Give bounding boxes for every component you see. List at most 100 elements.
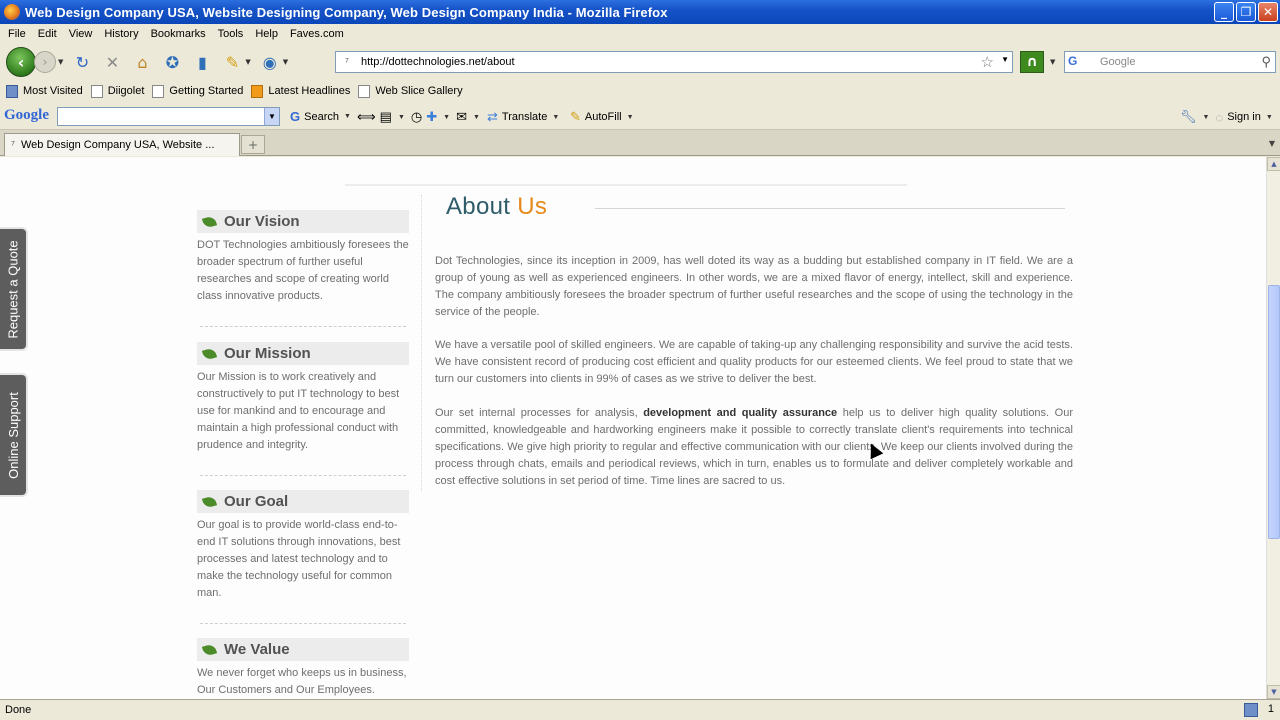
about-paragraph-3: Our set internal processes for analysis,…	[435, 407, 1073, 487]
goal-box: Our Goal Our goal is to provide world-cl…	[197, 490, 409, 602]
faves-icon[interactable]: ◉	[259, 51, 281, 73]
popup-blocker-icon[interactable]: ▤	[380, 109, 392, 125]
puzzle-icon[interactable]: ✚	[426, 109, 437, 125]
menu-file[interactable]: File	[8, 28, 26, 40]
google-search-dropdown-icon[interactable]: ▼	[264, 108, 279, 125]
search-input[interactable]: Google	[1100, 56, 1135, 68]
scroll-down-icon[interactable]: ▼	[1267, 685, 1280, 699]
user-icon: ◌	[1215, 109, 1224, 125]
home-icon[interactable]: ⌂	[131, 51, 153, 73]
mission-box: Our Mission Our Mission is to work creat…	[197, 342, 409, 454]
menu-faves[interactable]: Faves.com	[290, 28, 344, 40]
puzzle-dropdown-icon[interactable]: ▼	[443, 114, 450, 121]
award-icon[interactable]: ✪	[161, 51, 183, 73]
tab-favicon-icon: ⁷	[11, 139, 15, 151]
vertical-scrollbar[interactable]: ▲ ▼	[1266, 157, 1280, 699]
menu-history[interactable]: History	[104, 28, 138, 40]
box-title: We Value	[224, 641, 290, 658]
box-text: We never forget who keeps us in business…	[197, 667, 407, 696]
page-icon	[90, 84, 103, 98]
google-logo: Google	[4, 107, 49, 123]
menu-tools[interactable]: Tools	[218, 28, 244, 40]
bold-phrase: development and quality assurance	[643, 407, 838, 419]
request-quote-tab[interactable]: Request a Quote	[0, 227, 28, 351]
signin-area[interactable]: 🔧︎ ▼ ◌ Sign in ▼	[1180, 109, 1273, 125]
stumbleupon-icon[interactable]: ∩	[1020, 51, 1044, 73]
search-bar[interactable]: G Google ⚲	[1064, 51, 1276, 73]
clock-icon[interactable]: ◷	[411, 109, 422, 125]
status-count: 1	[1267, 703, 1274, 715]
bookmark-web-slice-gallery[interactable]: Web Slice Gallery	[358, 84, 463, 98]
list-all-tabs-icon[interactable]: ▼	[1266, 135, 1278, 152]
status-addon-icon[interactable]	[1244, 703, 1258, 717]
pencil-dropdown-icon[interactable]: ▼	[245, 58, 250, 66]
minimize-button[interactable]: _	[1214, 2, 1234, 22]
history-dropdown-icon[interactable]: ▼	[58, 58, 63, 66]
forward-button[interactable]: ›	[34, 51, 56, 73]
google-g-icon: G	[290, 109, 301, 124]
bookmark-tag-icon[interactable]: ▮	[191, 51, 213, 73]
box-header: We Value	[197, 638, 409, 661]
translate-button[interactable]: ⇄ Translate ▼	[487, 109, 559, 125]
toolbar-misc-icons[interactable]: ⟺ ▤ ▼ ◷ ✚ ▼ ✉ ▼	[357, 109, 480, 125]
tab-active[interactable]: ⁷ Web Design Company USA, Website ...	[4, 133, 240, 156]
signin-dropdown-icon[interactable]: ▼	[1266, 114, 1273, 121]
translate-dropdown-icon[interactable]: ▼	[552, 114, 559, 121]
pencil-icon[interactable]: ✎	[221, 51, 243, 73]
box-title: Our Mission	[224, 345, 311, 362]
wrench-dropdown-icon[interactable]: ▼	[1203, 114, 1210, 121]
autofill-button[interactable]: ✎ AutoFill ▼	[570, 109, 634, 125]
online-support-tab[interactable]: Online Support	[0, 373, 28, 497]
bookmark-diigolet[interactable]: Diigolet	[90, 84, 144, 98]
bookmark-most-visited[interactable]: Most Visited	[6, 84, 83, 98]
search-dropdown-icon[interactable]: ▼	[344, 113, 351, 120]
new-tab-button[interactable]: +	[241, 135, 265, 154]
status-bar: Done 1	[0, 699, 1280, 720]
leaf-icon	[201, 346, 218, 361]
value-box: We Value We never forget who keeps us in…	[197, 638, 409, 699]
page-title: About Us	[446, 193, 548, 220]
scroll-thumb[interactable]	[1268, 285, 1280, 539]
menu-view[interactable]: View	[69, 28, 93, 40]
column-divider	[421, 195, 422, 491]
box-header: Our Mission	[197, 342, 409, 365]
pagerank-icon[interactable]: ⟺	[357, 109, 376, 125]
stumble-dropdown-icon[interactable]: ▼	[1050, 58, 1055, 66]
navigation-toolbar: ‹ › ▼ ↻ ✕ ⌂ ✪ ▮ ✎ ▼ ◉ ▼ ⁷ http://dottech…	[0, 44, 1280, 80]
window-title: Web Design Company USA, Website Designin…	[25, 4, 668, 20]
reload-icon[interactable]: ↻	[71, 51, 93, 73]
stop-icon[interactable]: ✕	[101, 51, 123, 73]
bookmark-star-icon[interactable]: ☆	[981, 53, 994, 71]
google-search-button[interactable]: G Search ▼	[290, 109, 351, 124]
address-bar[interactable]: ⁷ http://dottechnologies.net/about ☆ ▼	[335, 51, 1013, 73]
site-favicon-icon: ⁷	[345, 56, 349, 68]
google-toolbar: Google ▼ G Search ▼ ⟺ ▤ ▼ ◷ ✚ ▼ ✉ ▼ ⇄ Tr…	[0, 102, 1280, 130]
autofill-dropdown-icon[interactable]: ▼	[627, 114, 634, 121]
google-toolbar-search-input[interactable]: ▼	[57, 107, 280, 126]
menu-help[interactable]: Help	[255, 28, 278, 40]
google-engine-icon[interactable]: G	[1068, 54, 1086, 70]
window-titlebar: Web Design Company USA, Website Designin…	[0, 0, 1280, 24]
maximize-button[interactable]: ❐	[1236, 2, 1256, 22]
popup-dropdown-icon[interactable]: ▼	[398, 114, 405, 121]
signin-link[interactable]: Sign in	[1227, 111, 1261, 123]
box-text: DOT Technologies ambitiously foresees th…	[197, 239, 409, 302]
header-divider	[345, 184, 907, 186]
bookmark-getting-started[interactable]: Getting Started	[152, 84, 243, 98]
close-button[interactable]: ✕	[1258, 2, 1278, 22]
back-button[interactable]: ‹	[6, 47, 36, 77]
wrench-icon[interactable]: 🔧︎	[1180, 109, 1197, 125]
page-icon	[358, 84, 371, 98]
bookmark-latest-headlines[interactable]: Latest Headlines	[251, 84, 350, 98]
mail-icon[interactable]: ✉	[456, 109, 467, 125]
faves-dropdown-icon[interactable]: ▼	[283, 58, 288, 66]
mail-dropdown-icon[interactable]: ▼	[473, 114, 480, 121]
scroll-up-icon[interactable]: ▲	[1267, 157, 1280, 171]
menu-bookmarks[interactable]: Bookmarks	[151, 28, 206, 40]
menu-edit[interactable]: Edit	[38, 28, 57, 40]
search-magnifier-icon[interactable]: ⚲	[1261, 54, 1271, 70]
leaf-icon	[201, 494, 218, 509]
address-url[interactable]: http://dottechnologies.net/about	[361, 56, 515, 68]
about-paragraph-1: Dot Technologies, since its inception in…	[435, 255, 1073, 318]
address-dropdown-icon[interactable]: ▼	[1001, 55, 1009, 64]
